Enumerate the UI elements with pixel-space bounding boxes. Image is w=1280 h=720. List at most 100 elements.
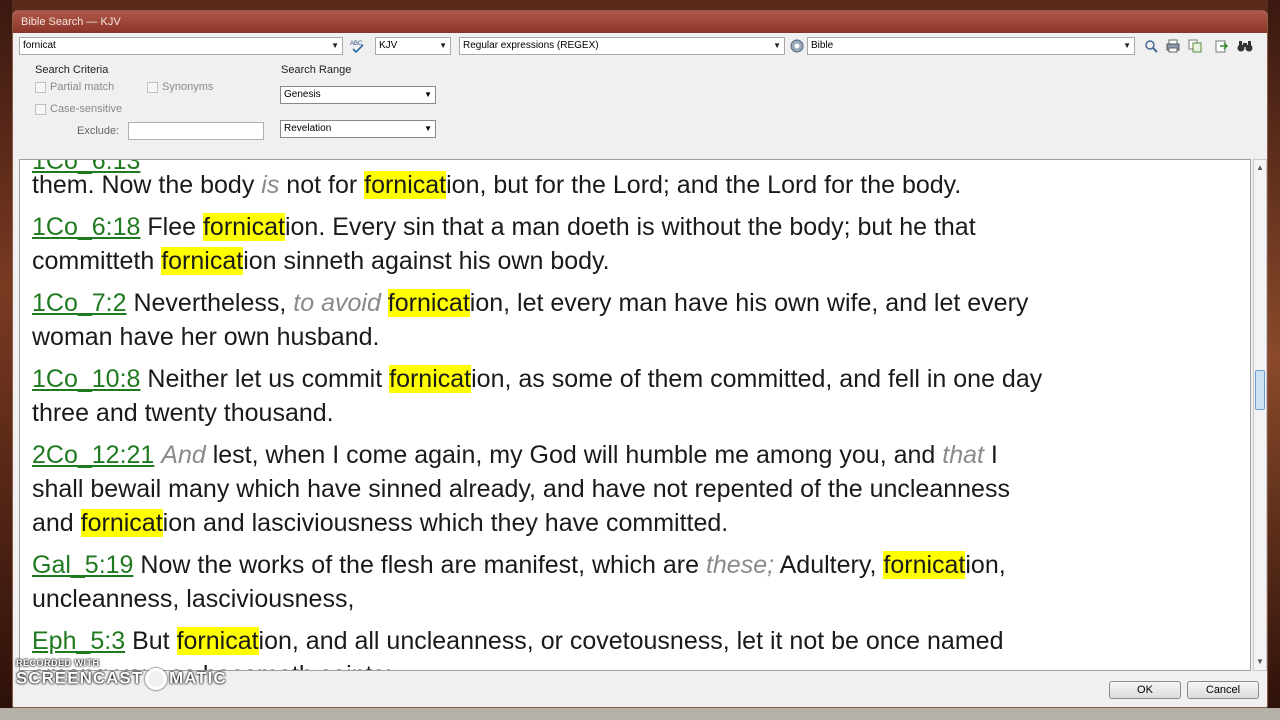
verse-text: committeth	[32, 247, 162, 275]
scrollbar-thumb[interactable]	[1255, 370, 1265, 410]
checkbox-box[interactable]	[147, 81, 158, 93]
verse-italic-text: to avoid	[293, 289, 381, 317]
verse-text-line: them. Now the body is not for fornicatio…	[32, 168, 1244, 202]
search-add-icon[interactable]	[1143, 38, 1159, 54]
search-mode-select[interactable]: Regular expressions (REGEX) ▼	[459, 37, 785, 55]
list-item: 1Co_6:18 Flee fornication. Every sin tha…	[32, 210, 1244, 244]
exclude-label: Exclude:	[77, 125, 120, 137]
binoculars-icon[interactable]	[1237, 38, 1253, 54]
case-sensitive-checkbox[interactable]: Case-sensitive	[35, 103, 122, 115]
partial-match-label: Partial match	[50, 81, 115, 93]
exclude-input[interactable]	[128, 122, 264, 140]
verse-text: and	[32, 509, 81, 537]
verse-text-line: and fornication and lasciviousness which…	[32, 506, 1244, 540]
verse-text: ion sinneth against his own body.	[243, 247, 610, 275]
chevron-down-icon[interactable]: ▼	[424, 121, 432, 137]
chevron-down-icon[interactable]: ▼	[439, 38, 447, 54]
spell-check-icon[interactable]: ABC	[349, 38, 365, 54]
globe-icon[interactable]	[789, 38, 805, 54]
search-input-value: fornicat	[23, 40, 56, 51]
print-icon[interactable]	[1165, 38, 1181, 54]
verse-reference-link[interactable]: 1Co_10:8	[32, 365, 140, 393]
search-criteria-title: Search Criteria	[35, 64, 109, 76]
verse-text-line: three and twenty thousand.	[32, 396, 1244, 430]
verse-text: ion, but for the Lord; and the Lord for …	[446, 171, 962, 199]
watermark-top-text: RECORDED WITH	[16, 658, 100, 668]
verse-text-line: woman have her own husband.	[32, 320, 1244, 354]
verse-italic-text: that	[942, 441, 984, 469]
list-item: 1Co_10:8 Neither let us commit fornicati…	[32, 362, 1244, 396]
background-app-left	[0, 0, 12, 720]
verse-reference-link[interactable]: 1Co_7:2	[32, 289, 127, 317]
watermark-logo: SCREENCAST MATIC	[16, 668, 227, 690]
range-from-value: Genesis	[284, 89, 321, 100]
search-highlight: fornicat	[389, 365, 472, 393]
scope-select[interactable]: Bible ▼	[807, 37, 1135, 55]
verse-text: them. Now the body	[32, 171, 262, 199]
search-highlight: fornicat	[202, 213, 285, 241]
search-highlight: fornicat	[364, 171, 447, 199]
background-app-right	[1268, 0, 1280, 720]
export-icon[interactable]	[1213, 38, 1229, 54]
record-circle-icon	[145, 668, 168, 690]
watermark-left-text: SCREENCAST	[16, 668, 144, 688]
copy-icon[interactable]	[1187, 38, 1203, 54]
verse-text: I	[983, 441, 998, 469]
list-item: Eph_5:3 But fornication, and all unclean…	[32, 624, 1244, 658]
verse-text: not for	[279, 171, 365, 199]
verse-text: But	[125, 627, 177, 655]
range-to-select[interactable]: Revelation ▼	[280, 120, 436, 138]
verse-reference-link[interactable]: 2Co_12:21	[32, 441, 154, 469]
list-item: 2Co_12:21 And lest, when I come again, m…	[32, 438, 1244, 472]
verse-text: ion, and all uncleanness, or covetousnes…	[258, 627, 1004, 655]
search-highlight: fornicat	[161, 247, 244, 275]
ok-button[interactable]: OK	[1109, 681, 1181, 699]
search-results-list: 1Co_6:13 them. Now the body is not for f…	[19, 159, 1251, 671]
search-mode-value: Regular expressions (REGEX)	[463, 40, 599, 51]
verse-italic-text: is	[261, 171, 280, 199]
chevron-down-icon[interactable]: ▼	[331, 38, 339, 54]
checkbox-box[interactable]	[35, 81, 46, 93]
search-highlight: fornicat	[883, 551, 966, 579]
range-from-select[interactable]: Genesis ▼	[280, 86, 436, 104]
synonyms-label: Synonyms	[162, 81, 214, 93]
list-item: 1Co_7:2 Nevertheless, to avoid fornicati…	[32, 286, 1244, 320]
verse-text: shall bewail many which have sinned alre…	[32, 475, 1010, 503]
partial-match-checkbox[interactable]: Partial match	[35, 81, 114, 93]
background-app-bottom	[0, 708, 1280, 720]
verse-italic-text: And	[161, 441, 206, 469]
list-item: Gal_5:19 Now the works of the flesh are …	[32, 548, 1244, 582]
synonyms-checkbox[interactable]: Synonyms	[147, 81, 213, 93]
verse-text	[381, 289, 388, 317]
chevron-down-icon[interactable]: ▼	[1123, 38, 1131, 54]
scope-select-value: Bible	[811, 40, 834, 51]
search-highlight: fornicat	[176, 627, 259, 655]
verse-text: woman have her own husband.	[32, 323, 380, 351]
cancel-button[interactable]: Cancel	[1187, 681, 1259, 699]
verse-text: lest, when I come again, my God will hum…	[205, 441, 943, 469]
verse-text-line: uncleanness, lasciviousness,	[32, 582, 1244, 616]
verse-reference-link[interactable]: Gal_5:19	[32, 551, 133, 579]
results-scrollbar[interactable]: ▲ ▼	[1253, 159, 1267, 671]
search-range-title: Search Range	[281, 64, 352, 76]
checkbox-box[interactable]	[35, 103, 46, 115]
watermark-right-text: MATIC	[169, 668, 227, 688]
verse-text: ion. Every sin that a man doeth is witho…	[284, 213, 976, 241]
search-highlight: fornicat	[80, 509, 163, 537]
chevron-down-icon[interactable]: ▼	[773, 38, 781, 54]
version-select[interactable]: KJV ▼	[375, 37, 451, 55]
case-sensitive-label: Case-sensitive	[50, 103, 123, 115]
chevron-down-icon[interactable]: ▼	[424, 87, 432, 103]
scroll-up-icon[interactable]: ▲	[1254, 162, 1266, 174]
search-highlight: fornicat	[387, 289, 470, 317]
search-toolbar: fornicat ▼ ABC KJV ▼ Regular expressions…	[13, 35, 1267, 59]
scroll-down-icon[interactable]: ▼	[1254, 656, 1266, 668]
verse-italic-text: these;	[705, 551, 775, 579]
verse-text: Adultery,	[774, 551, 884, 579]
search-input[interactable]: fornicat ▼	[19, 37, 343, 55]
verse-reference-link[interactable]: Eph_5:3	[32, 627, 125, 655]
verse-text: three and twenty thousand.	[32, 399, 334, 427]
verse-text: Neither let us commit	[140, 365, 390, 393]
verse-reference-link[interactable]: 1Co_6:18	[32, 213, 140, 241]
verse-text: ion and lasciviousness which they have c…	[162, 509, 729, 537]
